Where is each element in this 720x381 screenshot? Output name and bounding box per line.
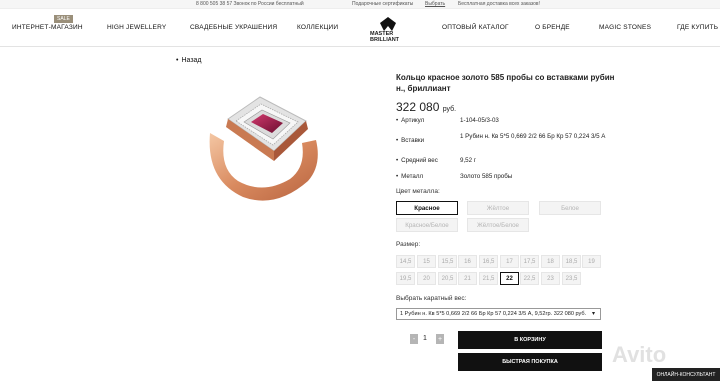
avito-watermark: Avito: [612, 342, 667, 367]
spec-value: 9,52 г: [460, 157, 477, 164]
metal-option-yellow-white[interactable]: Жёлтое/Белое: [467, 218, 529, 232]
size-option[interactable]: 15: [417, 255, 436, 268]
price-currency: руб.: [442, 106, 457, 113]
size-option[interactable]: 18,5: [562, 255, 581, 268]
size-option[interactable]: 17: [500, 255, 519, 268]
carat-label: Выбрать каратный вес:: [396, 295, 467, 302]
price-value: 322 080: [396, 100, 440, 114]
certificates-choose-link[interactable]: Выбрать: [425, 1, 445, 7]
product-price: 322 080 руб.: [396, 100, 456, 114]
size-option-selected[interactable]: 22: [500, 272, 519, 285]
size-option[interactable]: 18: [541, 255, 560, 268]
quantity-minus-button[interactable]: -: [410, 334, 418, 344]
spec-label: Вставки: [396, 137, 456, 145]
size-option[interactable]: 15,5: [438, 255, 457, 268]
nav-item-shop[interactable]: ИНТЕРНЕТ-МАГАЗИН: [12, 24, 83, 31]
spec-label: Артикул: [396, 117, 456, 125]
nav-item-wedding[interactable]: СВАДЕБНЫЕ УКРАШЕНИЯ: [190, 24, 277, 31]
quantity-plus-button[interactable]: +: [436, 334, 444, 344]
quantity-value[interactable]: 1: [423, 335, 427, 342]
nav-item-collections[interactable]: КОЛЛЕКЦИИ: [297, 24, 338, 31]
size-option[interactable]: 23,5: [562, 272, 581, 285]
carat-select[interactable]: 1 Рубин н. Кв 5*5 0,669 2/2 66 Бр Кр 57 …: [396, 308, 601, 320]
logo-mark-icon: [380, 17, 396, 31]
sale-badge: SALE: [54, 15, 73, 23]
size-option[interactable]: 19: [582, 255, 601, 268]
main-nav: SALE ИНТЕРНЕТ-МАГАЗИН HIGH JEWELLERY СВА…: [0, 9, 720, 47]
product-title: Кольцо красное золото 585 пробы со встав…: [396, 73, 615, 93]
size-option[interactable]: 21: [458, 272, 477, 285]
size-option[interactable]: 16,5: [479, 255, 498, 268]
top-info-bar: 8 800 505 38 57 Звонок по России бесплат…: [0, 0, 720, 9]
metal-option-yellow[interactable]: Жёлтое: [467, 201, 529, 215]
nav-item-wholesale[interactable]: ОПТОВЫЙ КАТАЛОГ: [442, 24, 509, 31]
metal-option-white[interactable]: Белое: [539, 201, 601, 215]
nav-item-about[interactable]: О БРЕНДЕ: [535, 24, 570, 31]
metal-option-red[interactable]: Красное: [396, 201, 458, 215]
metal-option-red-white[interactable]: Красное/Белое: [396, 218, 458, 232]
size-option[interactable]: 20: [417, 272, 436, 285]
logo-wordmark: MASTER BRILLIANT: [370, 31, 399, 43]
nav-item-magic-stones[interactable]: MAGIC STONES: [599, 24, 651, 31]
size-option[interactable]: 23: [541, 272, 560, 285]
spec-value: 1 Рубин н. Кв 5*5 0,669 2/2 66 Бр Кр 57 …: [460, 133, 606, 140]
certificates-text: Подарочные сертификаты: [352, 1, 414, 7]
metal-color-label: Цвет металла:: [396, 188, 440, 195]
nav-item-where-buy[interactable]: ГДЕ КУПИТЬ: [677, 24, 718, 31]
phone-text[interactable]: 8 800 505 38 57 Звонок по России бесплат…: [196, 1, 304, 7]
spec-label: Металл: [396, 173, 456, 181]
size-option[interactable]: 20,5: [438, 272, 457, 285]
size-option[interactable]: 22,5: [520, 272, 539, 285]
chevron-down-icon: ▾: [592, 311, 596, 317]
size-option[interactable]: 16: [458, 255, 477, 268]
online-consultant-button[interactable]: ОНЛАЙН-КОНСУЛЬТАНТ: [652, 368, 720, 381]
delivery-text: Бесплатная доставка всех заказов!: [458, 1, 540, 7]
spec-label: Средний вес: [396, 157, 456, 165]
spec-value: Золото 585 пробы: [460, 173, 513, 180]
size-option[interactable]: 21,5: [479, 272, 498, 285]
spec-value: 1-104-05/3-03: [460, 117, 499, 124]
logo-line-2: BRILLIANT: [370, 37, 400, 43]
add-to-cart-button[interactable]: В КОРЗИНУ: [458, 331, 602, 349]
size-option[interactable]: 19,5: [396, 272, 415, 285]
size-option[interactable]: 17,5: [520, 255, 539, 268]
size-label: Размер:: [396, 241, 421, 248]
back-link[interactable]: Назад: [176, 57, 201, 64]
brand-logo[interactable]: MASTER BRILLIANT: [366, 16, 410, 44]
size-option[interactable]: 14,5: [396, 255, 415, 268]
nav-item-high-jewellery[interactable]: HIGH JEWELLERY: [107, 24, 166, 31]
quick-buy-button[interactable]: БЫСТРАЯ ПОКУПКА: [458, 353, 602, 371]
product-ring-image[interactable]: [198, 85, 328, 215]
